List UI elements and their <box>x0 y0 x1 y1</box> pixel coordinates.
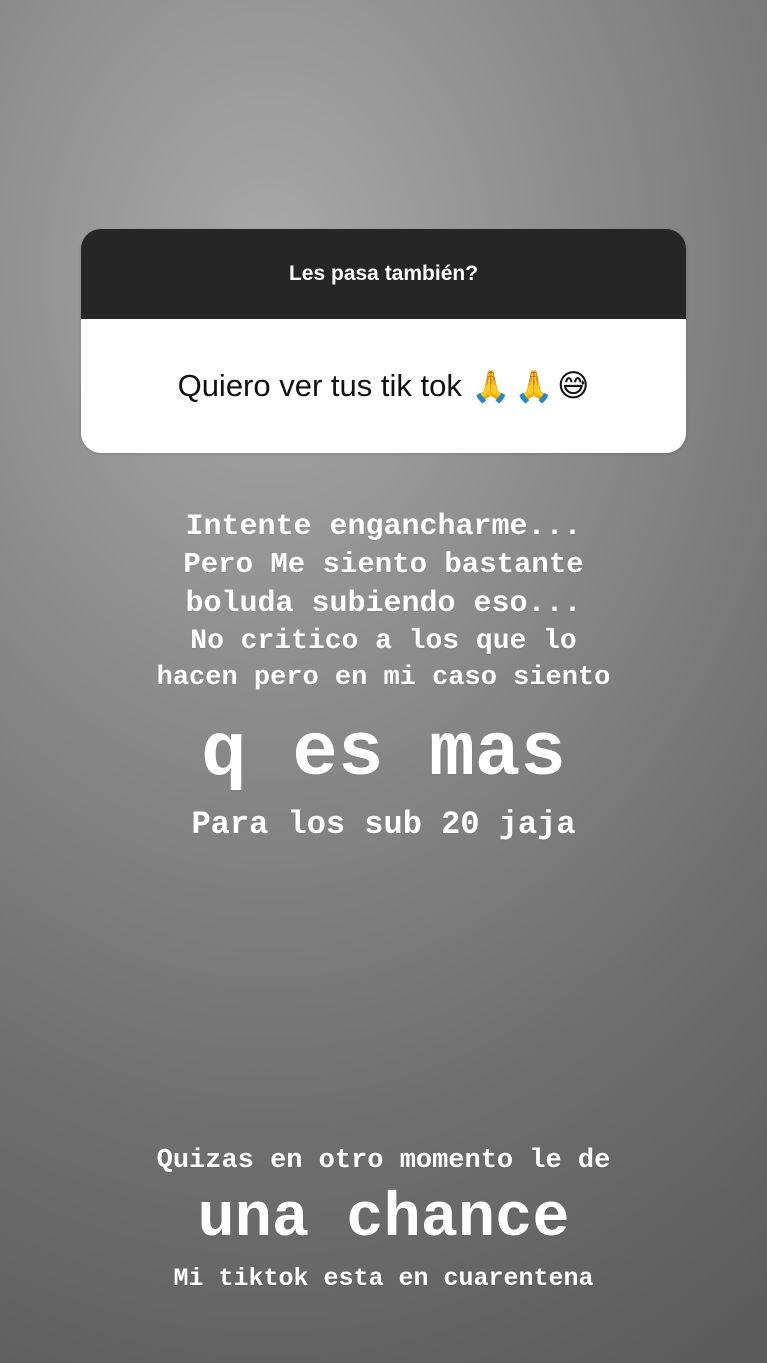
caption-emphasis: q es mas <box>201 711 566 797</box>
question-prompt: Les pasa también? <box>81 229 686 319</box>
emoji-group: 🙏 🙏 😅 <box>472 368 590 405</box>
caption-line: Intente engancharme... <box>185 510 582 544</box>
grinning-sweat-icon: 😅 <box>557 367 590 404</box>
caption-line: Pero Me siento bastante <box>183 548 584 581</box>
caption-line: Mi tiktok esta en cuarentena <box>173 1264 594 1293</box>
caption-line: Para los sub 20 jaja <box>191 806 576 843</box>
caption-line: boluda subiendo eso... <box>185 587 582 621</box>
praying-hands-icon: 🙏 <box>514 368 554 405</box>
question-answer-text: Quiero ver tus tik tok <box>177 368 462 403</box>
caption-line: hacen pero en mi caso siento <box>156 663 611 693</box>
question-sticker[interactable]: Les pasa también? Quiero ver tus tik tok… <box>81 229 686 453</box>
question-answer: Quiero ver tus tik tok 🙏 🙏 😅 <box>81 319 686 453</box>
caption-emphasis: una chance <box>197 1183 570 1254</box>
story-canvas: Les pasa también? Quiero ver tus tik tok… <box>0 0 767 1363</box>
question-prompt-text: Les pasa también? <box>288 262 479 285</box>
caption-line: No critico a los que lo <box>190 626 577 657</box>
praying-hands-icon: 🙏 <box>471 368 511 405</box>
caption-line: Quizas en otro momento le de <box>156 1146 611 1176</box>
